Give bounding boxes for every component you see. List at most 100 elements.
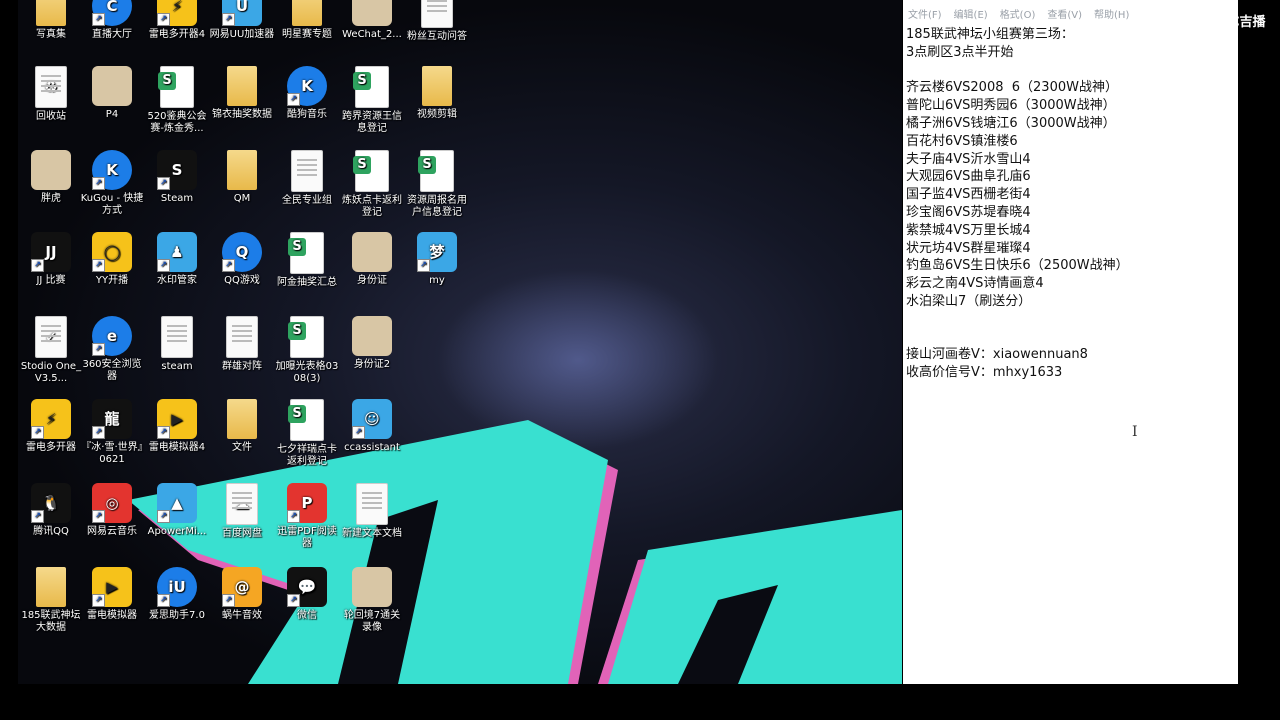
desktop-icon[interactable]: K ↗ KuGou - 快捷方式 bbox=[79, 150, 145, 217]
desktop-icon[interactable]: ♻ 回收站 bbox=[18, 66, 84, 123]
desktop-icon-image bbox=[352, 316, 392, 356]
desktop-icon-image: ☺ ↗ bbox=[352, 399, 392, 439]
shortcut-arrow-icon: ↗ bbox=[222, 259, 235, 272]
desktop-icon-image: C ↗ bbox=[92, 0, 132, 26]
menu-item[interactable]: 格式(O) bbox=[1000, 6, 1036, 21]
desktop-icon[interactable]: ▲ ↗ ApowerMi... bbox=[144, 483, 210, 538]
desktop-icon[interactable]: 🐧 ↗ 腾讯QQ bbox=[18, 483, 84, 538]
icon-glyph: ⚡ bbox=[45, 410, 57, 428]
text-line: 国子监4VS西栅老街4 bbox=[906, 187, 1031, 203]
desktop-icon[interactable]: P ↗ 迅雷PDF阅读器 bbox=[274, 483, 340, 550]
desktop-icon[interactable]: ☁ 百度网盘 bbox=[209, 483, 275, 540]
desktop-icon-label: 爱思助手7.0 bbox=[149, 610, 205, 621]
text-line: 珍宝阁6VS苏堤春晓4 bbox=[906, 204, 1031, 220]
desktop-icon[interactable]: ◯ ↗ YY开播 bbox=[79, 232, 145, 287]
shortcut-arrow-icon: ↗ bbox=[287, 93, 300, 106]
desktop-icon-label: 直播大厅 bbox=[92, 29, 132, 40]
desktop-icon[interactable]: 视频剪辑 bbox=[404, 66, 470, 121]
text-line: 接山河画卷V：xiaowennuan8 bbox=[906, 347, 1088, 363]
desktop-icon-image bbox=[227, 66, 257, 106]
desktop-icon[interactable]: S 跨界资源王信息登记 bbox=[339, 66, 405, 135]
desktop-icon[interactable]: ✓ Stodio One_V3.5... bbox=[18, 316, 84, 385]
desktop-icon-label: my bbox=[429, 275, 445, 286]
desktop-icon-image: S bbox=[353, 66, 389, 108]
desktop-icon[interactable]: @ ↗ 蜗牛音效 bbox=[209, 567, 275, 622]
desktop-icon-label: 新建文本文档 bbox=[342, 528, 402, 539]
desktop-icon[interactable]: 185联武神坛大数据 bbox=[18, 567, 84, 634]
desktop-icon[interactable]: iU ↗ 爱思助手7.0 bbox=[144, 567, 210, 622]
menu-item[interactable]: 编辑(E) bbox=[954, 6, 988, 21]
desktop-icon[interactable]: 文件 bbox=[209, 399, 275, 454]
desktop-icon[interactable]: P4 bbox=[79, 66, 145, 121]
spreadsheet-badge-icon: S bbox=[353, 156, 371, 174]
desktop-icon-label: 锦衣抽奖数据 bbox=[212, 109, 272, 120]
desktop-icon-image: S ↗ bbox=[157, 150, 197, 190]
desktop-icon[interactable]: S 炼妖点卡返利登记 bbox=[339, 150, 405, 219]
menu-item[interactable]: 查看(V) bbox=[1047, 6, 1082, 21]
desktop-icon-label: 视频剪辑 bbox=[417, 109, 457, 120]
shortcut-arrow-icon: ↗ bbox=[92, 177, 105, 190]
desktop-icon[interactable]: C ↗ 直播大厅 bbox=[79, 0, 145, 41]
notepad-window[interactable]: 文件(F) 编辑(E) 格式(O) 查看(V) 帮助(H) 185联武神坛小组赛第三场：… bbox=[903, 0, 1238, 684]
desktop-icon[interactable]: 写真集 bbox=[18, 0, 84, 41]
menu-item[interactable]: 文件(F) bbox=[908, 6, 942, 21]
desktop-icon[interactable]: ◎ ↗ 网易云音乐 bbox=[79, 483, 145, 538]
text-line: 状元坊4VS群星璀璨4 bbox=[906, 240, 1031, 256]
icon-glyph: ☺ bbox=[364, 410, 380, 428]
desktop-icon[interactable]: 新建文本文档 bbox=[339, 483, 405, 540]
desktop-icon[interactable]: S 520鉴典公会赛-炼金秀... bbox=[144, 66, 210, 135]
desktop-icon[interactable]: 身份证 bbox=[339, 232, 405, 287]
desktop-icon[interactable]: S ↗ Steam bbox=[144, 150, 210, 205]
desktop-icon[interactable]: QM bbox=[209, 150, 275, 205]
desktop-icon[interactable]: JJ ↗ JJ 比赛 bbox=[18, 232, 84, 287]
desktop-icon-label: 雷电多开器4 bbox=[148, 29, 206, 40]
text-line: 3点刷区3点半开始 bbox=[906, 44, 1014, 60]
desktop-icon[interactable]: 胖虎 bbox=[18, 150, 84, 205]
desktop-icon[interactable]: 明星赛专题 bbox=[274, 0, 340, 41]
desktop-icon[interactable]: ♟ ↗ 水印管家 bbox=[144, 232, 210, 287]
desktop-icon[interactable]: S 资源周报名用户信息登记 bbox=[404, 150, 470, 219]
desktop-icon[interactable]: Q ↗ QQ游戏 bbox=[209, 232, 275, 287]
desktop-icon[interactable]: ⚡ ↗ 雷电多开器4 bbox=[144, 0, 210, 41]
desktop-icon[interactable]: S 七夕祥瑞点卡返利登记 bbox=[274, 399, 340, 468]
desktop-icon-image: JJ ↗ bbox=[31, 232, 71, 272]
desktop-icon[interactable]: ☺ ↗ ccassistant bbox=[339, 399, 405, 454]
shortcut-arrow-icon: ↗ bbox=[417, 259, 430, 272]
shortcut-arrow-icon: ↗ bbox=[92, 426, 105, 439]
desktop-icon-label: 雷电模拟器 bbox=[87, 610, 137, 621]
desktop-icon[interactable]: ▶ ↗ 雷电模拟器 bbox=[79, 567, 145, 622]
icon-glyph: K bbox=[301, 77, 313, 95]
desktop-icon[interactable]: U ↗ 网易UU加速器 bbox=[209, 0, 275, 41]
desktop-icon[interactable]: 锦衣抽奖数据 bbox=[209, 66, 275, 121]
desktop-icon[interactable]: ⚡ ↗ 雷电多开器 bbox=[18, 399, 84, 454]
desktop-icon[interactable]: S 加曝光表格0308(3) bbox=[274, 316, 340, 385]
desktop-icon[interactable]: 💬 ↗ 微信 bbox=[274, 567, 340, 622]
menu-item[interactable]: 帮助(H) bbox=[1094, 6, 1129, 21]
desktop-icon[interactable]: 群雄对阵 bbox=[209, 316, 275, 373]
desktop-icon[interactable]: e ↗ 360安全浏览器 bbox=[79, 316, 145, 383]
icon-glyph: ⚡ bbox=[171, 0, 183, 15]
desktop-icon-image: ☁ bbox=[226, 483, 258, 525]
desktop-icon[interactable]: S 阿金抽奖汇总 bbox=[274, 232, 340, 289]
desktop-icon[interactable]: 轮回境7通关录像 bbox=[339, 567, 405, 634]
desktop-icon-label: 水印管家 bbox=[157, 275, 197, 286]
icon-glyph: ▶ bbox=[106, 578, 118, 596]
desktop-icon[interactable]: K ↗ 酷狗音乐 bbox=[274, 66, 340, 121]
desktop-icon[interactable]: 梦 ↗ my bbox=[404, 232, 470, 287]
desktop-icon[interactable]: ▶ ↗ 雷电模拟器4 bbox=[144, 399, 210, 454]
desktop-icon-image bbox=[422, 66, 452, 106]
desktop-icon-image bbox=[92, 66, 132, 106]
desktop-icon-label: 回收站 bbox=[36, 111, 66, 122]
desktop-icon-image: 龍 ↗ bbox=[92, 399, 132, 439]
desktop-icon[interactable]: 全民专业组 bbox=[274, 150, 340, 207]
desktop-icon[interactable]: 粉丝互动问答 bbox=[404, 0, 470, 43]
desktop-icon[interactable]: steam bbox=[144, 316, 210, 373]
desktop-icon[interactable]: WeChat_2... bbox=[339, 0, 405, 41]
desktop-icon[interactable]: 龍 ↗ 『冰·雪·世界』0621 bbox=[79, 399, 145, 466]
desktop-icon-label: 雷电模拟器4 bbox=[148, 442, 206, 453]
desktop-icon-image: ✓ bbox=[35, 316, 67, 358]
desktop-icon[interactable]: 身份证2 bbox=[339, 316, 405, 371]
desktop-icon-image bbox=[226, 316, 258, 358]
notepad-text-area[interactable]: 185联武神坛小组赛第三场： 3点刷区3点半开始 齐云楼6VS2008 6（230… bbox=[903, 26, 1238, 382]
icon-glyph: ♻ bbox=[44, 78, 58, 96]
